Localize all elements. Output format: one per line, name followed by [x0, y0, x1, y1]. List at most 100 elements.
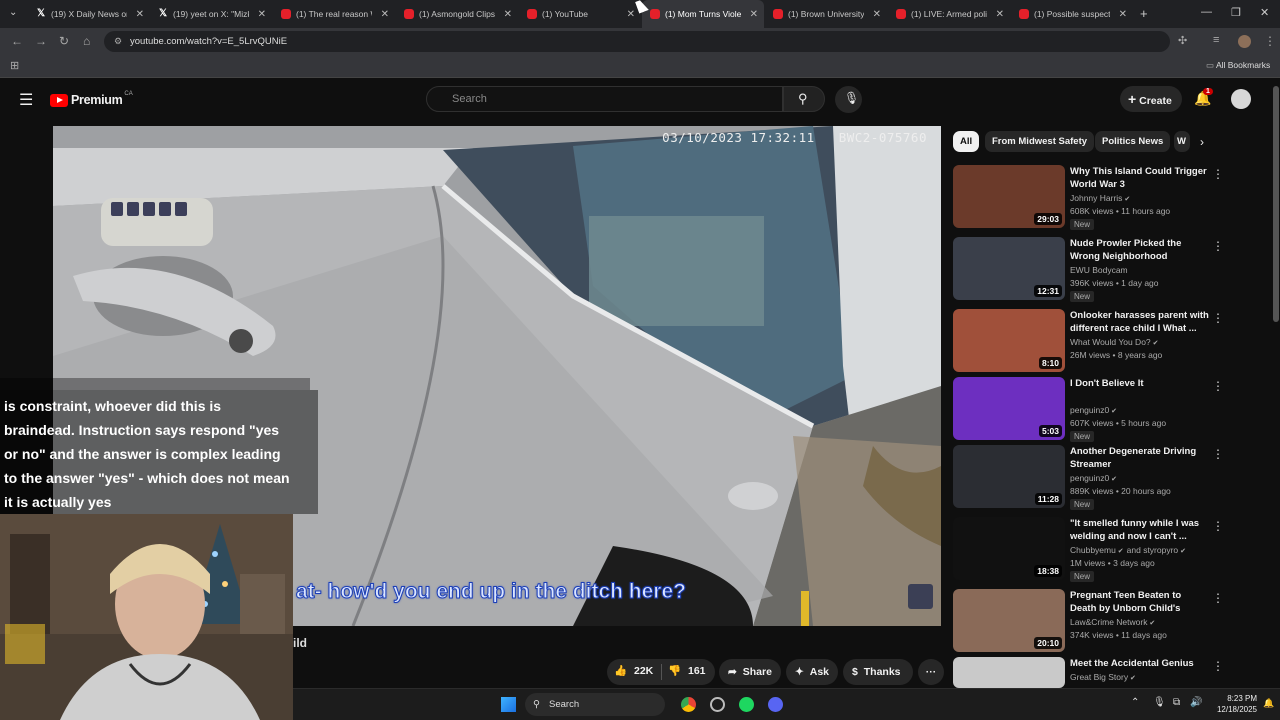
network-tray-icon[interactable]: ⧉ [1173, 697, 1180, 708]
more-vertical-icon[interactable]: ⋮ [1212, 447, 1224, 461]
video-thumbnail[interactable]: 20:10 [953, 589, 1065, 652]
tab-close-icon[interactable]: ✕ [258, 9, 266, 20]
ask-button[interactable]: ✦ Ask [786, 659, 838, 685]
browser-tab[interactable]: (1) The real reason W ✕ [273, 0, 395, 28]
video-title[interactable]: Another Degenerate Driving Streamer [1070, 445, 1210, 471]
channel-name[interactable]: penguinz0 ✔ [1070, 405, 1117, 415]
browser-tab[interactable]: 𝕏 (19) X Daily News on ✕ [28, 0, 150, 28]
chrome-menu-icon[interactable]: ⋮ [1264, 34, 1276, 48]
spotify-taskbar-icon[interactable] [739, 697, 754, 712]
tray-overflow-icon[interactable]: ⌃ [1131, 697, 1139, 708]
create-button[interactable]: + Create [1120, 86, 1182, 112]
browser-tab[interactable]: (1) Possible suspect i ✕ [1011, 0, 1133, 28]
share-button[interactable]: ➦ Share [719, 659, 781, 685]
search-input[interactable]: Search [426, 86, 783, 112]
tab-close-icon[interactable]: ✕ [136, 9, 144, 20]
more-vertical-icon[interactable]: ⋮ [1212, 379, 1224, 393]
recommended-video[interactable]: 8:10 Onlooker harasses parent with differ… [953, 309, 1233, 373]
more-vertical-icon[interactable]: ⋮ [1212, 167, 1224, 181]
more-vertical-icon[interactable]: ⋮ [1212, 239, 1224, 253]
video-thumbnail[interactable]: 8:10 [953, 309, 1065, 372]
browser-tab[interactable]: (1) Mom Turns Violen ✕ [642, 0, 764, 28]
tab-close-icon[interactable]: ✕ [627, 9, 635, 20]
like-button[interactable]: 👍 22K [614, 664, 653, 677]
video-title[interactable]: "It smelled funny while I was welding an… [1070, 517, 1210, 543]
volume-tray-icon[interactable]: 🔊 [1190, 697, 1202, 708]
browser-tab[interactable]: (1) YouTube ✕ [519, 0, 641, 28]
video-thumbnail[interactable]: 5:03 [953, 377, 1065, 440]
profile-avatar[interactable] [1238, 35, 1251, 48]
media-controls-icon[interactable]: ≡ [1213, 34, 1219, 46]
video-thumbnail[interactable]: 11:28 [953, 445, 1065, 508]
all-bookmarks-folder[interactable]: ▭ All Bookmarks [1206, 60, 1270, 71]
video-thumbnail[interactable]: 18:38 [953, 517, 1065, 580]
search-button[interactable]: ⚲ [783, 86, 825, 112]
video-thumbnail[interactable] [953, 657, 1065, 688]
account-avatar[interactable] [1231, 89, 1251, 109]
restore-icon[interactable]: ❐ [1231, 6, 1241, 19]
new-tab-icon[interactable]: + [1140, 6, 1148, 21]
chrome-taskbar-icon[interactable] [681, 697, 696, 712]
video-title[interactable]: Why This Island Could Trigger World War … [1070, 165, 1210, 191]
obs-taskbar-icon[interactable] [710, 697, 725, 712]
taskbar-clock[interactable]: 8:23 PM 12/18/2025 [1211, 693, 1257, 715]
tab-close-icon[interactable]: ✕ [873, 9, 881, 20]
mic-tray-icon[interactable]: 🎙 [1153, 697, 1166, 708]
recommended-video[interactable]: 11:28 Another Degenerate Driving Streamer… [953, 445, 1233, 510]
more-vertical-icon[interactable]: ⋮ [1212, 591, 1224, 605]
video-title[interactable]: I Don't Believe It [1070, 377, 1210, 390]
notifications-button[interactable]: 🔔 1 [1194, 88, 1214, 110]
youtube-logo[interactable]: Premium CA [50, 91, 133, 109]
more-actions-button[interactable]: ··· [918, 659, 944, 685]
tab-close-icon[interactable]: ✕ [750, 9, 758, 20]
recommended-video[interactable]: 29:03 Why This Island Could Trigger World… [953, 165, 1233, 230]
channel-name[interactable]: Great Big Story ✔ [1070, 672, 1136, 682]
video-thumbnail[interactable]: 29:03 [953, 165, 1065, 228]
more-vertical-icon[interactable]: ⋮ [1212, 311, 1224, 325]
address-bar[interactable]: ⚙ youtube.com/watch?v=E_5LrvQUNiE [104, 31, 1170, 52]
video-title[interactable]: Onlooker harasses parent with different … [1070, 309, 1210, 335]
video-title[interactable]: Nude Prowler Picked the Wrong Neighborho… [1070, 237, 1210, 263]
chips-next-arrow-icon[interactable]: › [1200, 135, 1204, 149]
channel-name[interactable]: What Would You Do? ✔ [1070, 337, 1158, 347]
video-thumbnail[interactable]: 12:31 [953, 237, 1065, 300]
video-title[interactable]: Pregnant Teen Beaten to Death by Unborn … [1070, 589, 1210, 616]
video-title[interactable]: Meet the Accidental Genius [1070, 657, 1210, 670]
dislike-button[interactable]: 👎 161 [668, 664, 706, 677]
chip-from-midwest-safety[interactable]: From Midwest Safety [985, 131, 1095, 152]
browser-tab[interactable]: (1) Asmongold Clips ✕ [396, 0, 518, 28]
browser-tab[interactable]: (1) LIVE: Armed polic ✕ [888, 0, 1010, 28]
channel-name[interactable]: Johnny Harris ✔ [1070, 193, 1130, 203]
recommended-video[interactable]: 5:03 I Don't Believe It penguinz0 ✔ 607K vi… [953, 377, 1233, 442]
channel-name[interactable]: Chubbyemu ✔ and styropyro ✔ [1070, 545, 1186, 555]
apps-grid-icon[interactable]: ⊞ [10, 59, 19, 72]
tab-close-icon[interactable]: ✕ [504, 9, 512, 20]
site-info-icon[interactable]: ⚙ [114, 31, 122, 52]
browser-tab[interactable]: 𝕏 (19) yeet on X: "Mizk ✕ [150, 0, 272, 28]
page-scrollbar[interactable] [1273, 86, 1279, 322]
chip-politics-news[interactable]: Politics News [1095, 131, 1171, 152]
home-icon[interactable]: ⌂ [83, 34, 90, 48]
discord-taskbar-icon[interactable] [768, 697, 783, 712]
recommended-video[interactable]: Meet the Accidental Genius Great Big Stor… [953, 657, 1233, 688]
channel-name[interactable]: Law&Crime Network ✔ [1070, 617, 1155, 627]
extensions-icon[interactable]: ✣ [1178, 34, 1187, 47]
close-window-icon[interactable]: ✕ [1260, 6, 1269, 19]
forward-icon[interactable]: → [35, 34, 47, 48]
minimize-icon[interactable]: — [1201, 6, 1212, 18]
hamburger-menu-icon[interactable]: ☰ [19, 90, 33, 110]
recommended-video[interactable]: 12:31 Nude Prowler Picked the Wrong Neigh… [953, 237, 1233, 302]
notification-center-icon[interactable]: 🔔 [1263, 698, 1274, 709]
recommended-video[interactable]: 20:10 Pregnant Teen Beaten to Death by Un… [953, 589, 1233, 653]
tab-close-icon[interactable]: ✕ [1119, 9, 1127, 20]
browser-tab[interactable]: (1) Brown University ✕ [765, 0, 887, 28]
tab-close-icon[interactable]: ✕ [381, 9, 389, 20]
taskbar-search[interactable]: ⚲ Search [525, 693, 665, 716]
windows-start-icon[interactable] [501, 697, 516, 712]
more-vertical-icon[interactable]: ⋮ [1212, 659, 1224, 673]
more-vertical-icon[interactable]: ⋮ [1212, 519, 1224, 533]
channel-name[interactable]: EWU Bodycam [1070, 265, 1128, 275]
voice-search-button[interactable]: 🎙 [835, 86, 862, 113]
tab-search-icon[interactable]: ⌄ [9, 7, 17, 18]
recommended-video[interactable]: 18:38 "It smelled funny while I was weldi… [953, 517, 1233, 582]
